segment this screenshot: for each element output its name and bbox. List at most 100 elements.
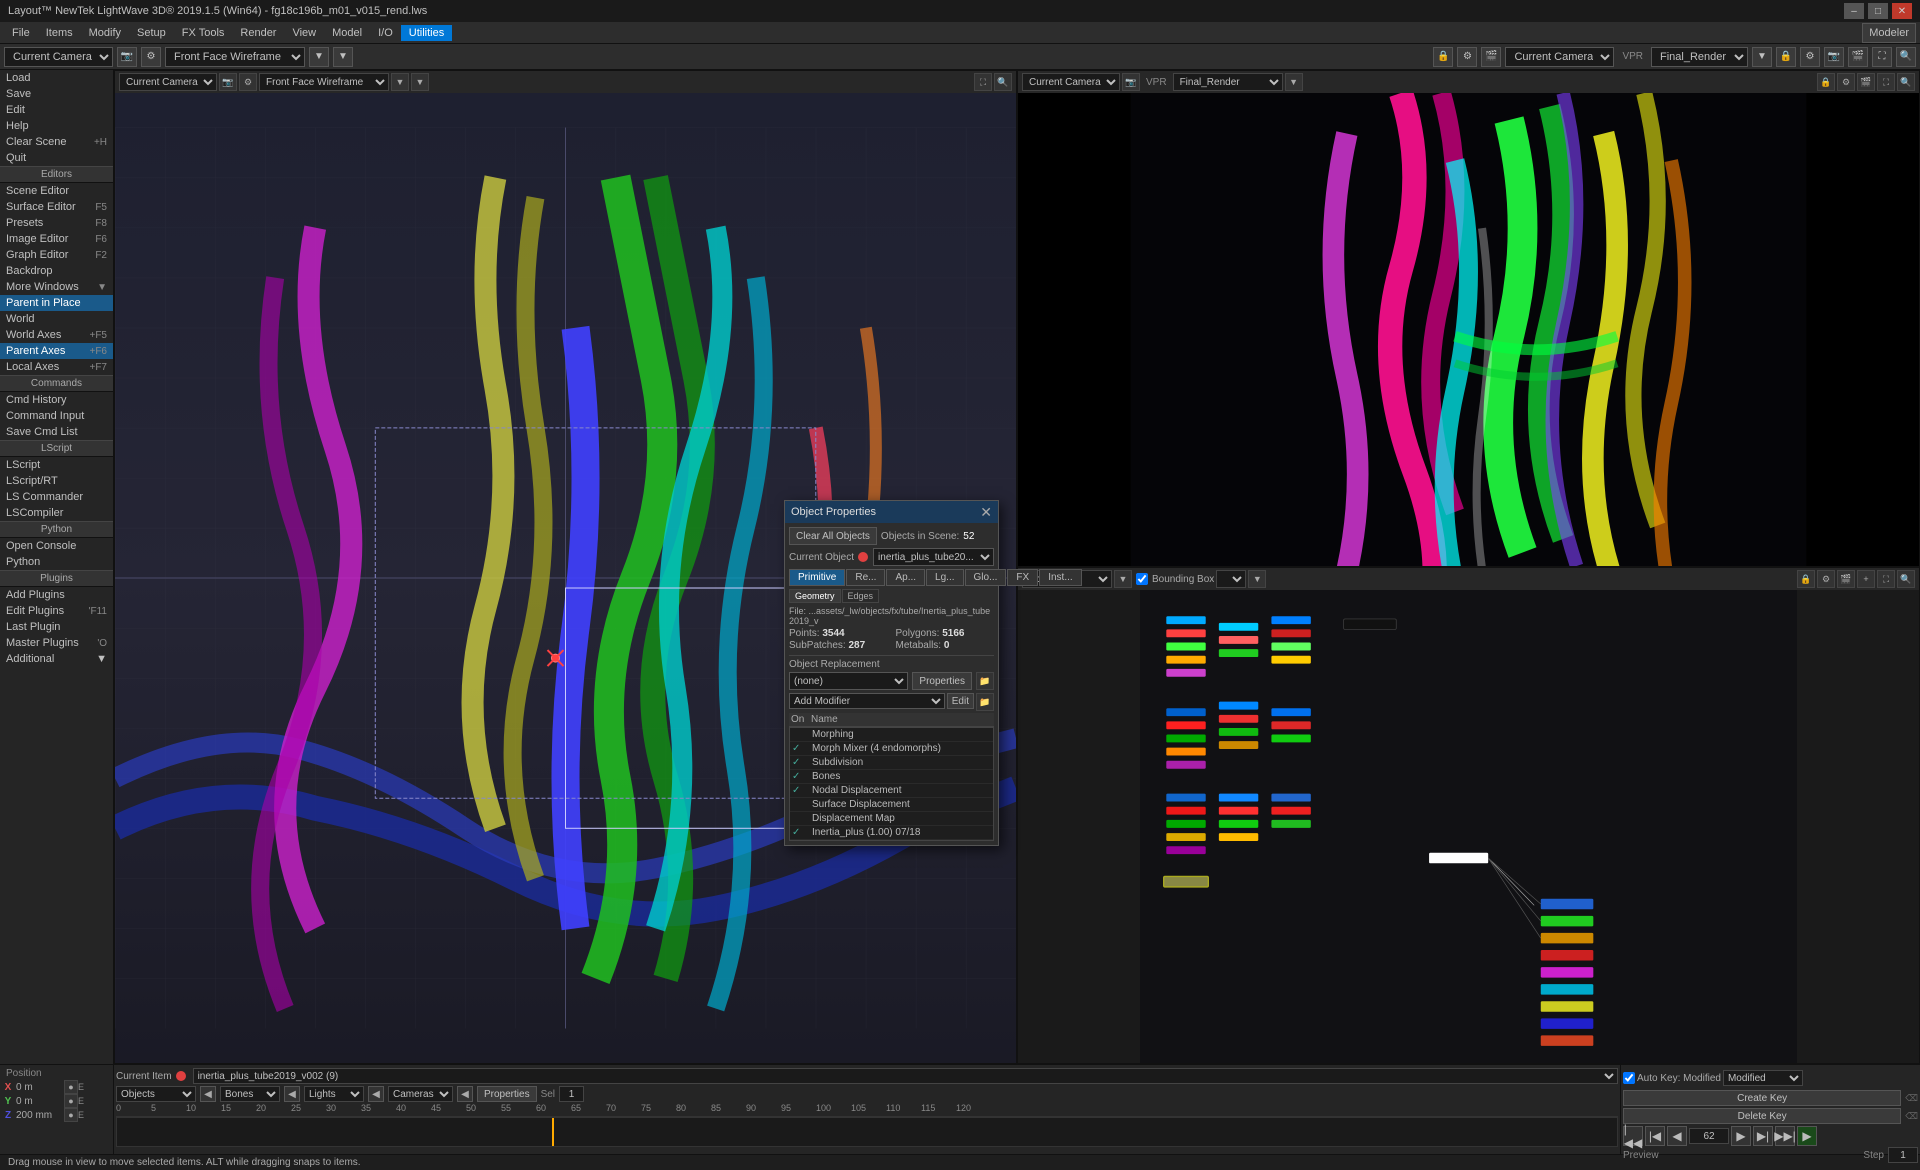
prev-frame-btn[interactable]: ◀: [1667, 1126, 1687, 1146]
cameras-dropdown[interactable]: Cameras: [388, 1086, 453, 1102]
sidebar-presets[interactable]: PresetsF8: [0, 215, 113, 231]
schematic-settings[interactable]: ⚙: [1817, 570, 1835, 588]
current-frame-input[interactable]: [1689, 1128, 1729, 1144]
auto-key-mode[interactable]: Modified: [1723, 1070, 1803, 1086]
prev-key-btn[interactable]: |◀: [1645, 1126, 1665, 1146]
properties-button[interactable]: Properties: [912, 672, 972, 690]
sidebar-help[interactable]: Help: [0, 118, 113, 134]
sidebar-clear-scene[interactable]: Clear Scene +H: [0, 134, 113, 150]
view-more-icon[interactable]: ▼: [333, 47, 353, 67]
properties-bottom-btn[interactable]: Properties: [477, 1086, 537, 1102]
main-vp-camera[interactable]: Current Camera: [119, 73, 217, 91]
schematic-viewport[interactable]: Schematic ▼ Bounding Box ▼ 🔒 ⚙ 🎬 + ⛶ 🔍: [1017, 567, 1920, 1064]
modifier-morphing[interactable]: Morphing: [790, 728, 993, 742]
modifier-surface-disp[interactable]: Surface Displacement: [790, 798, 993, 812]
menu-setup[interactable]: Setup: [129, 25, 174, 41]
vpr-expand[interactable]: ⛶: [1877, 73, 1895, 91]
schematic-render-btn[interactable]: 🎬: [1837, 570, 1855, 588]
camera-select-right[interactable]: Current Camera: [1505, 47, 1614, 67]
y-key-icon[interactable]: ●: [64, 1094, 78, 1108]
lights-prev-btn[interactable]: ◀: [368, 1086, 384, 1102]
menu-utilities[interactable]: Utilities: [401, 25, 452, 41]
vpr-cam-icon[interactable]: 📷: [1122, 73, 1140, 91]
sidebar-ls-commander[interactable]: LS Commander: [0, 489, 113, 505]
render-expand-icon[interactable]: ⛶: [1872, 47, 1892, 67]
vpr-render-btn[interactable]: 🎬: [1857, 73, 1875, 91]
dialog-tab-fx[interactable]: FX: [1007, 569, 1038, 586]
vpr-mode-arrow[interactable]: ▼: [1285, 73, 1303, 91]
go-end-btn[interactable]: ▶▶|: [1775, 1126, 1795, 1146]
main-vp-maximize[interactable]: ⛶: [974, 73, 992, 91]
view-mode-select[interactable]: Front Face Wireframe: [165, 47, 305, 67]
close-button[interactable]: ✕: [1892, 3, 1912, 19]
render-scene-icon[interactable]: 🎬: [1848, 47, 1868, 67]
sidebar-more-windows[interactable]: More Windows▼: [0, 279, 113, 295]
create-key-button[interactable]: Create Key: [1623, 1090, 1901, 1106]
main-vp-more[interactable]: ▼: [411, 73, 429, 91]
vp-lock-icon[interactable]: 🔒: [1433, 47, 1453, 67]
schematic-sub-arrow[interactable]: ▼: [1248, 570, 1266, 588]
vpr-search[interactable]: 🔍: [1897, 73, 1915, 91]
delete-key-button[interactable]: Delete Key: [1623, 1108, 1901, 1124]
menu-render[interactable]: Render: [232, 25, 284, 41]
schematic-add[interactable]: +: [1857, 570, 1875, 588]
display-options-icon[interactable]: ⚙: [141, 47, 161, 67]
sidebar-world[interactable]: World: [0, 311, 113, 327]
sidebar-lscript-rt[interactable]: LScript/RT: [0, 473, 113, 489]
sidebar-local-axes[interactable]: Local Axes+F7: [0, 359, 113, 375]
cameras-prev-btn[interactable]: ◀: [457, 1086, 473, 1102]
sidebar-load[interactable]: Load: [0, 70, 113, 86]
main-vp-mode-arrow[interactable]: ▼: [391, 73, 409, 91]
vpr-viewport[interactable]: Current Camera 📷 VPR Final_Render ▼ 🔒 ⚙ …: [1017, 70, 1920, 567]
modifier-inertia-plus[interactable]: ✓ Inertia_plus (1.00) 07/18: [790, 826, 993, 840]
render-cam-icon[interactable]: 📷: [1824, 47, 1844, 67]
modifier-edit-btn[interactable]: Edit: [947, 693, 974, 709]
vpr-render-mode[interactable]: Final_Render: [1173, 73, 1283, 91]
main-vp-mode[interactable]: Front Face Wireframe: [259, 73, 389, 91]
sidebar-cmd-history[interactable]: Cmd History: [0, 392, 113, 408]
sidebar-edit-plugins[interactable]: Edit Plugins'F11: [0, 603, 113, 619]
dialog-tab-primitive[interactable]: Primitive: [789, 569, 845, 586]
sidebar-image-editor[interactable]: Image EditorF6: [0, 231, 113, 247]
sidebar-last-plugin[interactable]: Last Plugin: [0, 619, 113, 635]
sidebar-scene-editor[interactable]: Scene Editor: [0, 183, 113, 199]
bones-dropdown[interactable]: Bones: [220, 1086, 280, 1102]
render-dropdown-icon[interactable]: ▼: [1752, 47, 1772, 67]
sidebar-backdrop[interactable]: Backdrop: [0, 263, 113, 279]
sidebar-lscript[interactable]: LScript: [0, 457, 113, 473]
schematic-lock[interactable]: 🔒: [1797, 570, 1815, 588]
vp-settings-icon[interactable]: ⚙: [1457, 47, 1477, 67]
menu-fxtools[interactable]: FX Tools: [174, 25, 233, 41]
render-mode-select[interactable]: Final_Render: [1651, 47, 1748, 67]
dialog-subtab-edges[interactable]: Edges: [842, 589, 880, 603]
vpr-settings[interactable]: ⚙: [1837, 73, 1855, 91]
objects-dropdown[interactable]: Objects: [116, 1086, 196, 1102]
main-vp-settings[interactable]: ⚙: [239, 73, 257, 91]
modifier-disp-map[interactable]: Displacement Map: [790, 812, 993, 826]
sidebar-parent-axes[interactable]: Parent Axes+F6: [0, 343, 113, 359]
render-lock-icon[interactable]: 🔒: [1776, 47, 1796, 67]
sel-input[interactable]: [559, 1086, 584, 1102]
vp-render-icon[interactable]: 🎬: [1481, 47, 1501, 67]
menu-items[interactable]: Items: [38, 25, 81, 41]
render-search-icon[interactable]: 🔍: [1896, 47, 1916, 67]
sidebar-python[interactable]: Python: [0, 554, 113, 570]
modeler-button[interactable]: Modeler: [1862, 23, 1916, 43]
sidebar-command-input[interactable]: Command Input: [0, 408, 113, 424]
current-object-select[interactable]: inertia_plus_tube20...: [873, 548, 994, 566]
modifier-folder-icon[interactable]: 📁: [976, 693, 994, 711]
render-settings-icon[interactable]: ⚙: [1800, 47, 1820, 67]
sidebar-add-plugins[interactable]: Add Plugins: [0, 587, 113, 603]
objects-prev-btn[interactable]: ◀: [200, 1086, 216, 1102]
go-start-btn[interactable]: |◀◀: [1623, 1126, 1643, 1146]
add-modifier-select[interactable]: Add Modifier: [789, 693, 945, 709]
sidebar-parent-in-place[interactable]: Parent in Place: [0, 295, 113, 311]
sidebar-save[interactable]: Save: [0, 86, 113, 102]
x-key-icon[interactable]: ●: [64, 1080, 78, 1094]
dialog-tab-lg[interactable]: Lg...: [926, 569, 963, 586]
dialog-tab-re[interactable]: Re...: [846, 569, 885, 586]
replacement-select[interactable]: (none): [789, 672, 908, 690]
sidebar-master-plugins[interactable]: Master Plugins'O: [0, 635, 113, 651]
modifier-nodal[interactable]: ✓ Nodal Displacement: [790, 784, 993, 798]
modifier-bones[interactable]: ✓ Bones: [790, 770, 993, 784]
